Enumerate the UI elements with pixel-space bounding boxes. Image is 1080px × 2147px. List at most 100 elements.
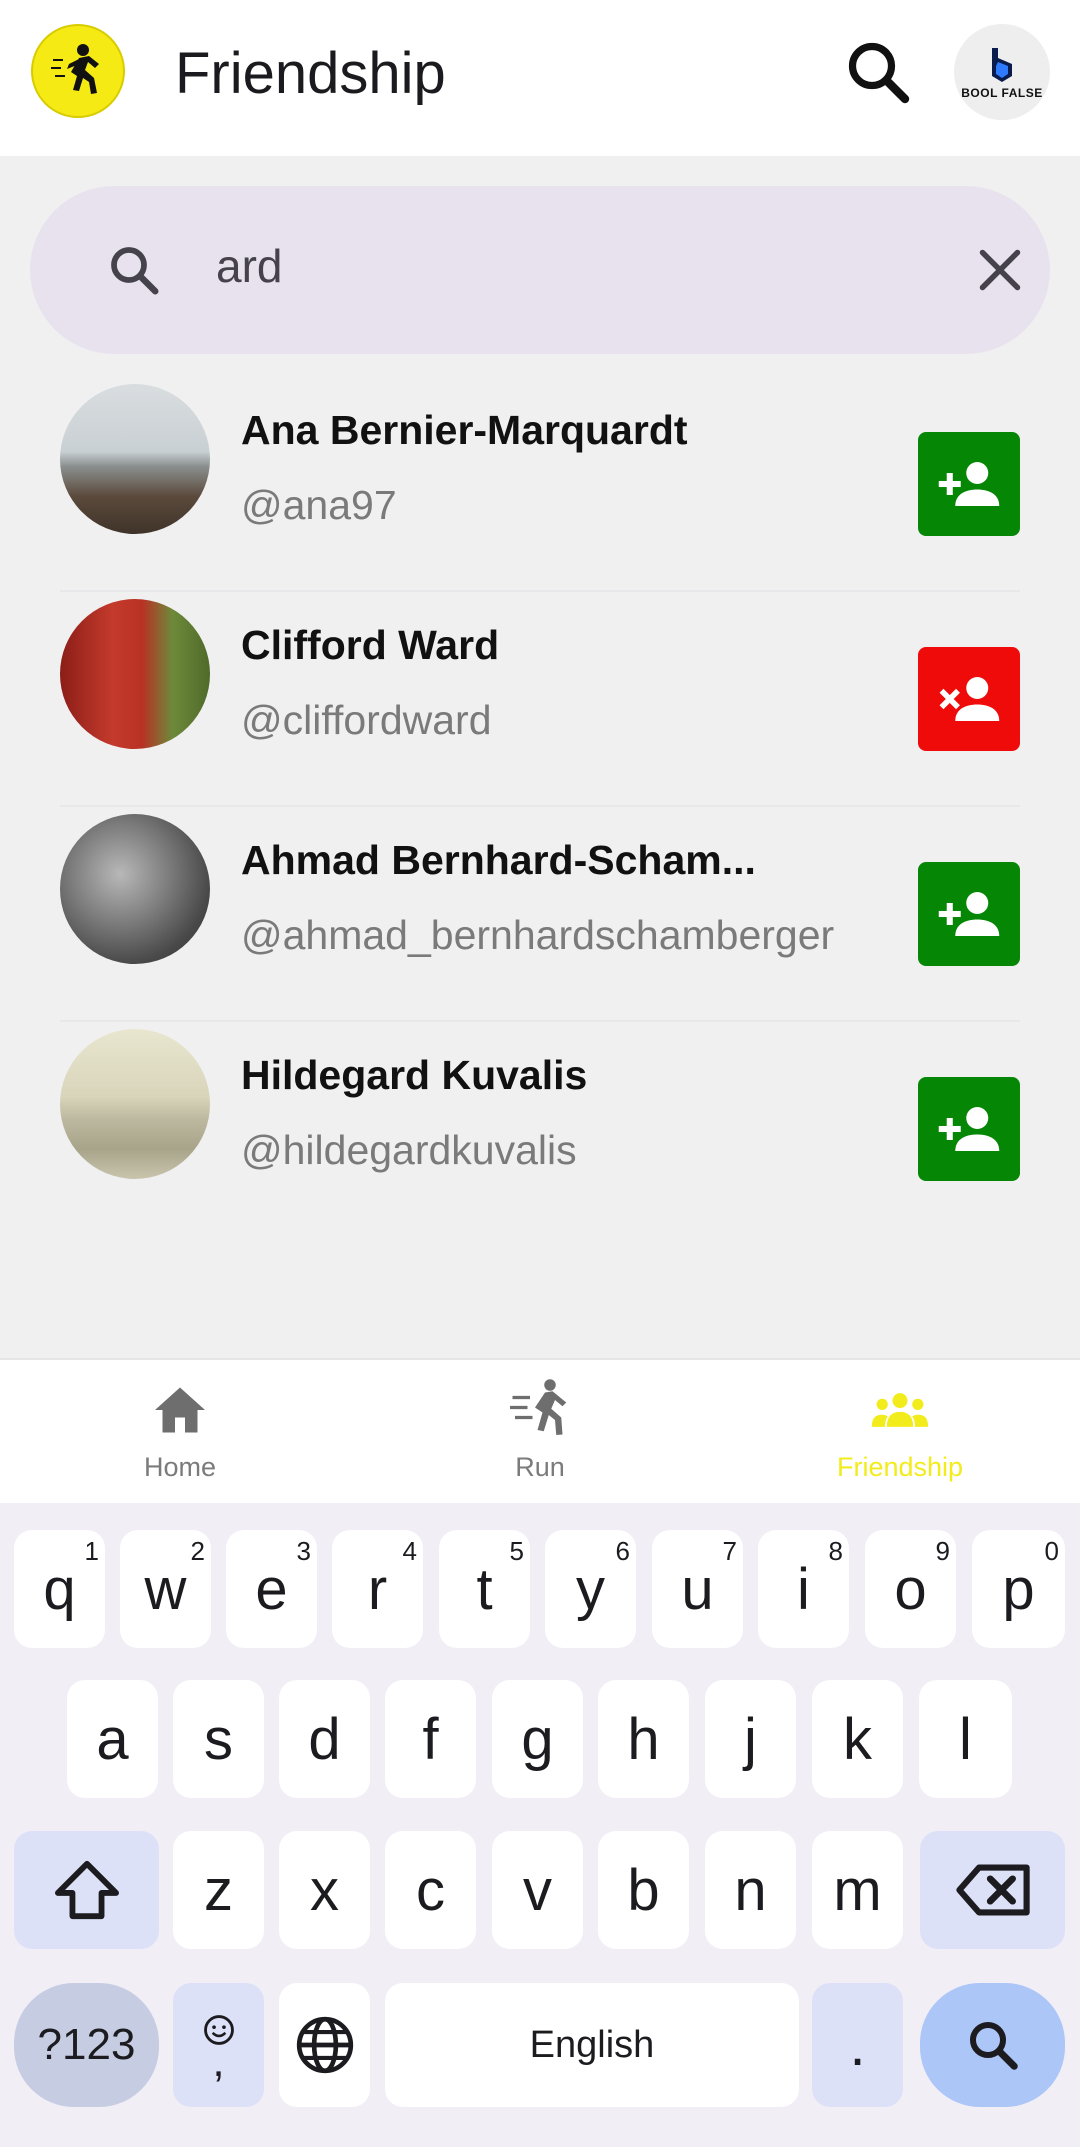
- user-name: Ana Bernier-Marquardt: [241, 407, 688, 453]
- key-label: q: [43, 1556, 76, 1622]
- key-label: r: [367, 1556, 388, 1622]
- key-hint: 4: [402, 1536, 417, 1566]
- brand-logo-icon: [992, 48, 1012, 82]
- list-item[interactable]: Clifford Ward @cliffordward: [0, 592, 1080, 807]
- globe-icon: [296, 2016, 353, 2074]
- avatar: [60, 814, 210, 964]
- person-add-icon: [938, 1107, 1000, 1151]
- friendship-screen: Friendship BOOL FALSE ard Ana Bernier-Ma…: [0, 0, 1080, 2147]
- key-d[interactable]: d: [279, 1680, 370, 1798]
- language-key[interactable]: [279, 1983, 370, 2107]
- key-h[interactable]: h: [598, 1680, 689, 1798]
- page-title: Friendship: [175, 41, 446, 106]
- key-hint: 6: [615, 1536, 630, 1566]
- key-hint: 5: [509, 1536, 524, 1566]
- emoji-comma-key[interactable]: ,: [173, 1983, 264, 2107]
- key-z[interactable]: z: [173, 1831, 264, 1949]
- close-icon[interactable]: [970, 240, 1030, 300]
- key-hint: 8: [828, 1536, 843, 1566]
- nav-item-friendship[interactable]: Friendship: [720, 1360, 1080, 1505]
- key-label: o: [894, 1556, 927, 1622]
- key-label: i: [797, 1556, 810, 1622]
- key-s[interactable]: s: [173, 1680, 264, 1798]
- key-label: e: [255, 1556, 288, 1622]
- user-name: Clifford Ward: [241, 622, 500, 668]
- bottom-navigation: Home Run Friendship: [0, 1358, 1080, 1503]
- person-add-icon: [938, 462, 1000, 506]
- key-n[interactable]: n: [705, 1831, 796, 1949]
- user-handle: @hildegardkuvalis: [241, 1127, 577, 1173]
- nav-label-run: Run: [515, 1452, 565, 1482]
- avatar: [60, 384, 210, 534]
- key-v[interactable]: v: [492, 1831, 583, 1949]
- space-key[interactable]: English: [385, 1983, 799, 2107]
- key-i[interactable]: i8: [758, 1530, 849, 1648]
- search-button[interactable]: [838, 32, 918, 112]
- nav-label-friendship: Friendship: [836, 1452, 964, 1482]
- key-j[interactable]: j: [705, 1680, 796, 1798]
- key-p[interactable]: p0: [972, 1530, 1065, 1648]
- key-k[interactable]: k: [812, 1680, 903, 1798]
- key-label: w: [144, 1556, 187, 1622]
- search-icon: [848, 42, 910, 104]
- top-app-bar: Friendship BOOL FALSE: [0, 0, 1080, 156]
- key-label: t: [476, 1556, 493, 1622]
- key-label: u: [681, 1556, 714, 1622]
- group-icon: [870, 1378, 930, 1442]
- key-g[interactable]: g: [492, 1680, 583, 1798]
- key-r[interactable]: r4: [332, 1530, 423, 1648]
- key-u[interactable]: u7: [652, 1530, 743, 1648]
- user-handle: @ahmad_bernhardschamberger: [241, 912, 835, 958]
- key-hint: 9: [935, 1536, 950, 1566]
- key-t[interactable]: t5: [439, 1530, 530, 1648]
- add-friend-button[interactable]: [918, 862, 1020, 966]
- key-a[interactable]: a: [67, 1680, 158, 1798]
- key-y[interactable]: y6: [545, 1530, 636, 1648]
- key-l[interactable]: l: [919, 1680, 1012, 1798]
- run-icon: [510, 1378, 570, 1442]
- shift-key[interactable]: [14, 1831, 159, 1949]
- nav-item-run[interactable]: Run: [360, 1360, 720, 1505]
- on-screen-keyboard: q1 w2 e3 r4 t5 y6 u7 i8 o9 p0 a s d f g …: [0, 1503, 1080, 2147]
- brand-text: BOOL FALSE: [961, 86, 1043, 100]
- search-icon: [111, 247, 159, 295]
- key-c[interactable]: c: [385, 1831, 476, 1949]
- avatar: [60, 599, 210, 749]
- user-name: Ahmad Bernhard-Scham...: [241, 837, 756, 883]
- user-list: Ana Bernier-Marquardt @ana97 Clifford Wa…: [0, 377, 1080, 1237]
- search-icon: [969, 2022, 1018, 2070]
- add-friend-button[interactable]: [918, 1077, 1020, 1181]
- key-hint: 1: [84, 1536, 99, 1566]
- runner-logo-icon: [51, 44, 99, 94]
- search-input[interactable]: ard: [216, 239, 282, 293]
- comma-label: ,: [212, 2037, 225, 2086]
- symbols-key[interactable]: ?123: [14, 1983, 159, 2107]
- list-item[interactable]: Ana Bernier-Marquardt @ana97: [0, 377, 1080, 592]
- shift-icon: [54, 1860, 119, 1920]
- avatar: [60, 1029, 210, 1179]
- key-e[interactable]: e3: [226, 1530, 317, 1648]
- key-b[interactable]: b: [598, 1831, 689, 1949]
- profile-avatar[interactable]: BOOL FALSE: [954, 24, 1050, 120]
- key-o[interactable]: o9: [865, 1530, 956, 1648]
- key-w[interactable]: w2: [120, 1530, 211, 1648]
- app-logo[interactable]: [31, 24, 125, 118]
- remove-friend-button[interactable]: [918, 647, 1020, 751]
- person-remove-icon: [939, 677, 1000, 721]
- backspace-key[interactable]: [920, 1831, 1065, 1949]
- nav-item-home[interactable]: Home: [0, 1360, 360, 1505]
- key-x[interactable]: x: [279, 1831, 370, 1949]
- search-bar[interactable]: ard: [30, 186, 1050, 354]
- home-icon: [150, 1378, 210, 1442]
- list-item[interactable]: Ahmad Bernhard-Scham... @ahmad_bernhards…: [0, 807, 1080, 1022]
- period-key[interactable]: .: [812, 1983, 903, 2107]
- nav-label-home: Home: [143, 1452, 217, 1482]
- add-friend-button[interactable]: [918, 432, 1020, 536]
- search-enter-key[interactable]: [920, 1983, 1065, 2107]
- list-item[interactable]: Hildegard Kuvalis @hildegardkuvalis: [0, 1022, 1080, 1237]
- key-q[interactable]: q1: [14, 1530, 105, 1648]
- user-handle: @cliffordward: [241, 697, 492, 743]
- key-hint: 2: [190, 1536, 205, 1566]
- key-f[interactable]: f: [385, 1680, 476, 1798]
- key-m[interactable]: m: [812, 1831, 903, 1949]
